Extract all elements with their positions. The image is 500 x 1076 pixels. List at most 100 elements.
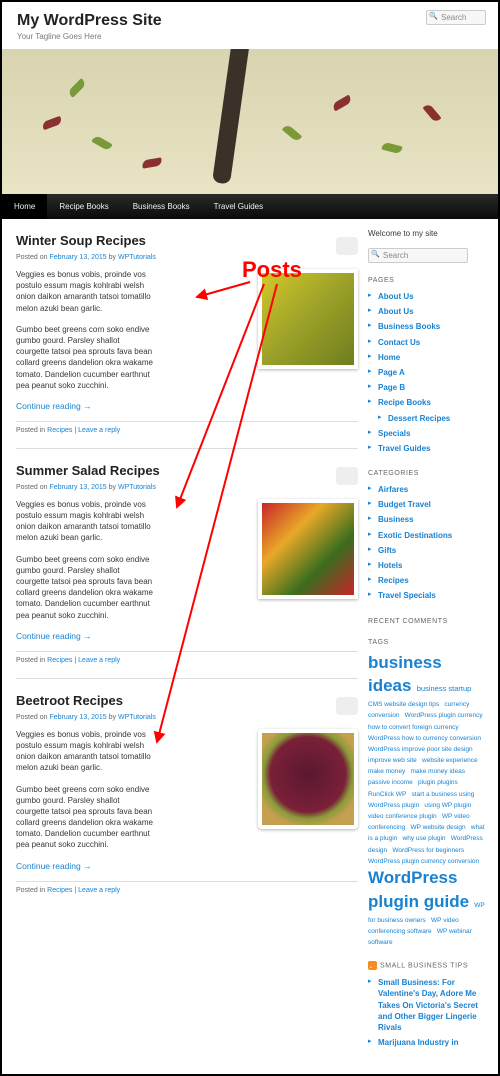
- widget-title-tags: TAGS: [368, 639, 488, 646]
- by-label: by: [107, 484, 118, 491]
- tag-cloud: business ideas business startup CMS webs…: [368, 651, 488, 948]
- post-footer: Posted in Recipes | Leave a reply: [16, 421, 358, 434]
- post-footer: Posted in Recipes | Leave a reply: [16, 881, 358, 894]
- category-link[interactable]: Travel Specials: [378, 591, 436, 600]
- site-header: My WordPress Site Your Tagline Goes Here…: [2, 2, 498, 49]
- posted-on-label: Posted on: [16, 254, 49, 261]
- widget-title-categories: CATEGORIES: [368, 470, 488, 477]
- leave-reply-link[interactable]: Leave a reply: [78, 427, 120, 434]
- tag-link[interactable]: RunClick WP: [368, 791, 406, 798]
- tag-link[interactable]: WordPress for beginners: [392, 847, 464, 854]
- annotation-label: Posts: [242, 257, 302, 283]
- nav-item-travel-guides[interactable]: Travel Guides: [202, 194, 276, 219]
- tag-link[interactable]: WordPress plugin currency: [405, 712, 483, 719]
- rss-title-text[interactable]: SMALL BUSINESS TIPS: [380, 962, 468, 969]
- category-link[interactable]: Business: [378, 515, 414, 524]
- post-author-link[interactable]: WPTutorials: [118, 714, 156, 721]
- post-title[interactable]: Beetroot Recipes: [16, 693, 358, 708]
- post-thumbnail[interactable]: [258, 729, 358, 829]
- tag-link[interactable]: improve web site: [368, 757, 417, 764]
- category-link[interactable]: Recipes: [47, 657, 72, 664]
- rss-item-link[interactable]: Marijuana Industry in: [378, 1038, 458, 1047]
- post-date-link[interactable]: February 13, 2015: [49, 714, 106, 721]
- post: Summer Salad Recipes Posted on February …: [16, 463, 358, 679]
- page-link[interactable]: Travel Guides: [378, 444, 430, 453]
- tag-link[interactable]: plugin plugins: [418, 779, 458, 786]
- widget-title-rss: SMALL BUSINESS TIPS: [368, 961, 488, 970]
- nav-item-recipe-books[interactable]: Recipe Books: [47, 194, 120, 219]
- page-link[interactable]: Specials: [378, 429, 410, 438]
- page-link[interactable]: Contact Us: [378, 338, 420, 347]
- tag-link[interactable]: video conference plugin: [368, 813, 437, 820]
- category-link[interactable]: Recipes: [47, 427, 72, 434]
- comment-bubble-icon[interactable]: [336, 237, 358, 255]
- post-meta: Posted on February 13, 2015 by WPTutoria…: [16, 484, 358, 491]
- page-link[interactable]: Home: [378, 353, 400, 362]
- post-paragraph: Gumbo beet greens corn soko endive gumbo…: [16, 324, 154, 391]
- category-link[interactable]: Airfares: [378, 485, 408, 494]
- search-input-top[interactable]: Search: [426, 10, 486, 25]
- tag-link[interactable]: CMS website design tips: [368, 701, 439, 708]
- category-link[interactable]: Recipes: [378, 576, 409, 585]
- page-link[interactable]: Page A: [378, 368, 405, 377]
- tag-link[interactable]: make money: [368, 768, 405, 775]
- post-thumbnail[interactable]: [258, 269, 358, 369]
- category-link[interactable]: Budget Travel: [378, 500, 431, 509]
- page-link[interactable]: Recipe Books: [378, 398, 431, 407]
- rss-icon[interactable]: [368, 961, 377, 970]
- tag-link[interactable]: WordPress plugin currency conversion: [368, 858, 479, 865]
- sidebar: Welcome to my site Search PAGES About Us…: [368, 229, 488, 1064]
- widget-title-recent-comments: RECENT COMMENTS: [368, 618, 488, 625]
- search-input-sidebar[interactable]: Search: [368, 248, 468, 263]
- by-label: by: [107, 714, 118, 721]
- comment-bubble-icon[interactable]: [336, 467, 358, 485]
- by-label: by: [107, 254, 118, 261]
- tag-link[interactable]: website experience: [422, 757, 478, 764]
- category-link[interactable]: Gifts: [378, 546, 396, 555]
- nav-item-home[interactable]: Home: [2, 194, 47, 219]
- tag-link[interactable]: WordPress improve poor site design: [368, 746, 473, 753]
- rss-item-link[interactable]: Small Business: For Valentine's Day, Ado…: [378, 978, 478, 1032]
- continue-reading-link[interactable]: Continue reading →: [16, 861, 358, 871]
- post-date-link[interactable]: February 13, 2015: [49, 254, 106, 261]
- post-paragraph: Veggies es bonus vobis, proinde vos post…: [16, 269, 154, 314]
- continue-reading-link[interactable]: Continue reading →: [16, 631, 358, 641]
- post-thumbnail[interactable]: [258, 499, 358, 599]
- comment-bubble-icon[interactable]: [336, 697, 358, 715]
- tag-link[interactable]: how to convert foreign currency: [368, 724, 459, 731]
- post-date-link[interactable]: February 13, 2015: [49, 484, 106, 491]
- post-meta: Posted on February 13, 2015 by WPTutoria…: [16, 714, 358, 721]
- welcome-text: Welcome to my site: [368, 229, 488, 238]
- tag-link[interactable]: make money ideas: [410, 768, 465, 775]
- tag-link[interactable]: passive income: [368, 779, 413, 786]
- page-link[interactable]: Business Books: [378, 322, 440, 331]
- category-link[interactable]: Recipes: [47, 887, 72, 894]
- nav-item-business-books[interactable]: Business Books: [121, 194, 202, 219]
- posted-in-label: Posted in: [16, 657, 47, 664]
- page-link[interactable]: About Us: [378, 307, 414, 316]
- tag-link[interactable]: WordPress plugin guide: [368, 868, 469, 911]
- continue-reading-link[interactable]: Continue reading →: [16, 401, 358, 411]
- posted-on-label: Posted on: [16, 484, 49, 491]
- category-link[interactable]: Hotels: [378, 561, 402, 570]
- category-link[interactable]: Exotic Destinations: [378, 531, 452, 540]
- leave-reply-link[interactable]: Leave a reply: [78, 657, 120, 664]
- page-link[interactable]: Page B: [378, 383, 405, 392]
- search-top-wrap: Search: [426, 10, 486, 25]
- tag-link[interactable]: why use plugin: [403, 835, 446, 842]
- main-column: Winter Soup Recipes Posted on February 1…: [16, 229, 368, 1064]
- post-paragraph: Gumbo beet greens corn soko endive gumbo…: [16, 784, 154, 851]
- page-link[interactable]: Dessert Recipes: [388, 414, 450, 423]
- tag-link[interactable]: business startup: [417, 684, 472, 693]
- page-link[interactable]: About Us: [378, 292, 414, 301]
- post-author-link[interactable]: WPTutorials: [118, 254, 156, 261]
- tag-link[interactable]: WP website design: [410, 824, 465, 831]
- tag-link[interactable]: WordPress how to currency conversion: [368, 735, 481, 742]
- post-title[interactable]: Summer Salad Recipes: [16, 463, 358, 478]
- post-author-link[interactable]: WPTutorials: [118, 484, 156, 491]
- post-title[interactable]: Winter Soup Recipes: [16, 233, 358, 248]
- tag-link[interactable]: using WP plugin: [424, 802, 471, 809]
- post-meta: Posted on February 13, 2015 by WPTutoria…: [16, 254, 358, 261]
- leave-reply-link[interactable]: Leave a reply: [78, 887, 120, 894]
- site-title[interactable]: My WordPress Site: [17, 12, 483, 30]
